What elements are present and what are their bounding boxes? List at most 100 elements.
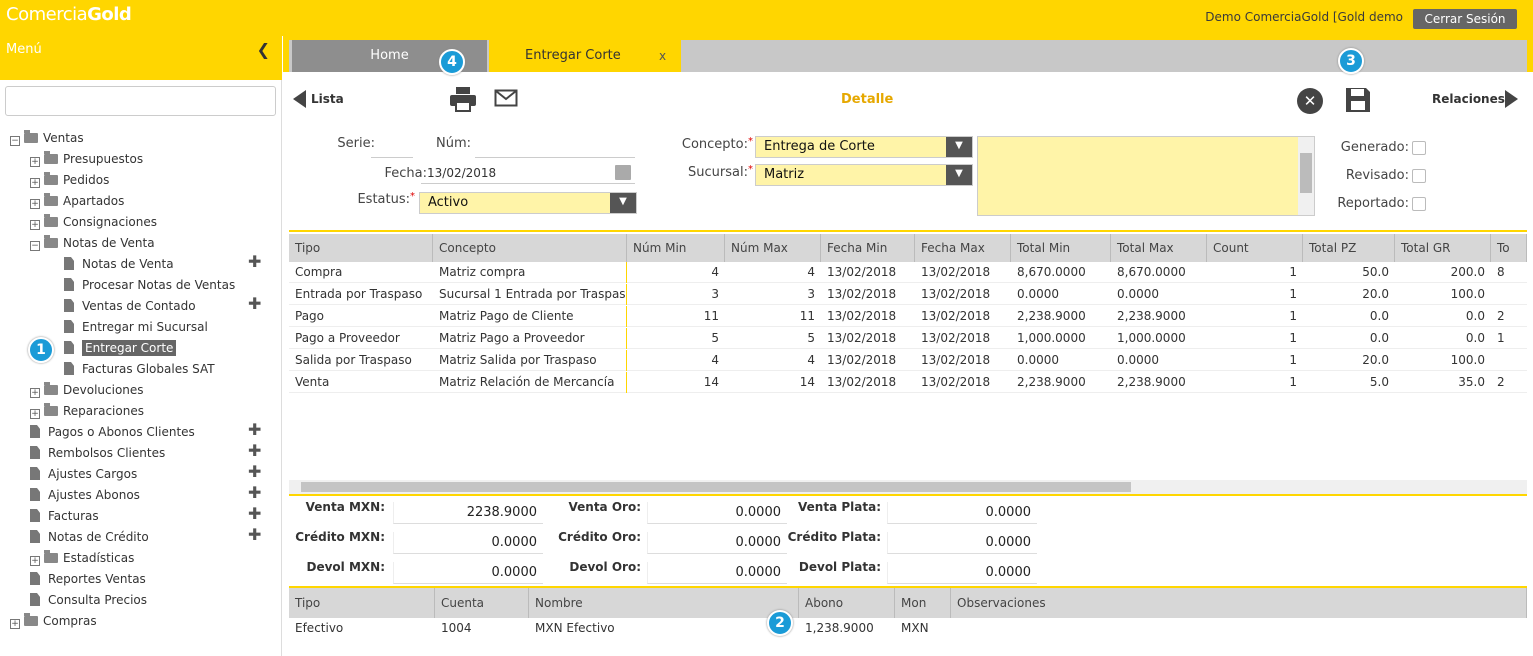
sidebar-item[interactable]: Rembolsos Clientes (30, 443, 165, 463)
column-header[interactable]: Tipo (289, 588, 435, 618)
forward-arrow-icon[interactable] (1505, 90, 1518, 108)
tab-entregar-corte[interactable]: Entregar Corte x (489, 40, 681, 72)
table-cell: 1 (1289, 331, 1297, 345)
table-cell: MXN Efectivo (535, 621, 615, 635)
menu-header: Menú ❮ (0, 36, 282, 80)
column-header[interactable]: Total GR (1395, 234, 1491, 262)
calendar-icon[interactable] (615, 165, 631, 180)
expand-icon[interactable]: + (30, 409, 40, 419)
column-header[interactable]: Abono (799, 588, 895, 618)
sidebar-item[interactable]: Notas de Venta (64, 254, 174, 274)
add-icon[interactable]: ✚ (248, 483, 261, 502)
sidebar-item[interactable]: + Presupuestos (30, 149, 143, 169)
cancel-icon[interactable]: ✕ (1297, 88, 1323, 114)
sidebar-item[interactable]: Facturas Globales SAT (64, 359, 215, 379)
sidebar-item[interactable]: + Consignaciones (30, 212, 157, 232)
sidebar-item[interactable]: Consulta Precios (30, 590, 147, 610)
column-header[interactable]: Tipo (289, 234, 433, 262)
sidebar-item[interactable]: Ventas de Contado (64, 296, 196, 316)
column-header[interactable]: Count (1207, 234, 1303, 262)
back-to-list-link[interactable]: Lista (311, 92, 344, 106)
mail-icon[interactable] (494, 88, 518, 108)
back-arrow-icon[interactable] (293, 90, 306, 108)
add-icon[interactable]: ✚ (248, 525, 261, 544)
fecha-field[interactable]: 13/02/2018 (421, 162, 635, 184)
table-row[interactable]: Venta Matriz Relación de Mercancía 14 14 13/… (289, 372, 1527, 393)
column-header[interactable]: Nombre (529, 588, 799, 618)
sidebar-item[interactable]: Pagos o Abonos Clientes (30, 422, 195, 442)
chevron-left-icon[interactable]: ❮ (257, 40, 270, 59)
concepto-select[interactable]: Entrega de Corte ▼ (755, 136, 973, 158)
table-row[interactable]: Salida por Traspaso Matriz Salida por Tra… (289, 350, 1527, 371)
sidebar-item[interactable]: − Ventas (10, 128, 84, 148)
sidebar-item[interactable]: Facturas (30, 506, 99, 526)
column-header[interactable]: Total PZ (1303, 234, 1395, 262)
table-row[interactable]: Pago Matriz Pago de Cliente 11 11 13/02/2018… (289, 306, 1527, 327)
column-header[interactable]: Cuenta (435, 588, 529, 618)
expand-icon[interactable]: + (30, 157, 40, 167)
column-header[interactable]: Fecha Max (915, 234, 1011, 262)
add-icon[interactable]: ✚ (248, 420, 261, 439)
column-header[interactable]: Observaciones (951, 588, 1527, 618)
column-header[interactable]: Núm Min (627, 234, 725, 262)
expand-icon[interactable]: + (10, 619, 20, 629)
collapse-icon[interactable]: − (10, 136, 20, 146)
relations-link[interactable]: Relaciones (1432, 92, 1505, 106)
file-icon (30, 572, 40, 585)
sidebar-item[interactable]: Entregar Corte (64, 338, 177, 358)
column-header[interactable]: To (1491, 234, 1527, 262)
generado-checkbox[interactable] (1412, 141, 1426, 155)
num-field[interactable] (475, 136, 635, 158)
chevron-down-icon[interactable]: ▼ (610, 193, 636, 213)
sidebar-item[interactable]: + Estadísticas (30, 548, 134, 568)
reportado-checkbox[interactable] (1412, 197, 1426, 211)
sidebar-item[interactable]: Entregar mi Sucursal (64, 317, 208, 337)
notes-textarea[interactable] (977, 136, 1315, 216)
table-cell: 8,670.0000 (1017, 265, 1086, 279)
sidebar-item[interactable]: Notas de Crédito (30, 527, 149, 547)
column-header[interactable]: Mon (895, 588, 951, 618)
expand-icon[interactable]: + (30, 220, 40, 230)
print-icon[interactable] (449, 86, 477, 112)
table-row[interactable]: Compra Matriz compra 4 4 13/02/2018 13/02/201… (289, 262, 1527, 283)
add-icon[interactable]: ✚ (248, 441, 261, 460)
sidebar-item-label: Entregar Corte (82, 340, 177, 356)
add-icon[interactable]: ✚ (248, 504, 261, 523)
tab-close-icon[interactable]: x (659, 40, 666, 72)
sucursal-select[interactable]: Matriz ▼ (755, 164, 973, 186)
save-icon[interactable] (1343, 85, 1373, 115)
sidebar-item[interactable]: + Apartados (30, 191, 124, 211)
chevron-down-icon[interactable]: ▼ (946, 137, 972, 157)
sidebar-item[interactable]: − Notas de Venta (30, 233, 155, 253)
add-icon[interactable]: ✚ (248, 462, 261, 481)
serie-field[interactable] (371, 136, 413, 158)
add-icon[interactable]: ✚ (248, 294, 261, 313)
column-header[interactable]: Fecha Min (821, 234, 915, 262)
revisado-checkbox[interactable] (1412, 169, 1426, 183)
chevron-down-icon[interactable]: ▼ (946, 165, 972, 185)
sidebar-item[interactable]: Ajustes Cargos (30, 464, 137, 484)
expand-icon[interactable]: + (30, 199, 40, 209)
sidebar-item[interactable]: Procesar Notas de Ventas (64, 275, 235, 295)
add-icon[interactable]: ✚ (248, 252, 261, 271)
sidebar-item[interactable]: Ajustes Abonos (30, 485, 140, 505)
grid-horizontal-scrollbar[interactable] (289, 480, 1527, 494)
column-header[interactable]: Total Min (1011, 234, 1111, 262)
logout-button[interactable]: Cerrar Sesión (1413, 9, 1517, 29)
expand-icon[interactable]: + (30, 178, 40, 188)
sidebar-item[interactable]: + Pedidos (30, 170, 109, 190)
expand-icon[interactable]: + (30, 388, 40, 398)
sidebar-item[interactable]: + Reparaciones (30, 401, 144, 421)
column-header[interactable]: Total Max (1111, 234, 1207, 262)
column-header[interactable]: Núm Max (725, 234, 821, 262)
menu-search-input[interactable] (5, 86, 276, 116)
table-row[interactable]: Pago a Proveedor Matriz Pago a Proveedor 5… (289, 328, 1527, 349)
sidebar-item[interactable]: Reportes Ventas (30, 569, 146, 589)
column-header[interactable]: Concepto (433, 234, 627, 262)
sidebar-item[interactable]: + Devoluciones (30, 380, 144, 400)
table-row[interactable]: Entrada por Traspaso Sucursal 1 Entrada p… (289, 284, 1527, 305)
expand-icon[interactable]: + (30, 556, 40, 566)
estatus-select[interactable]: Activo ▼ (419, 192, 637, 214)
collapse-icon[interactable]: − (30, 241, 40, 251)
sidebar-item[interactable]: + Compras (10, 611, 97, 631)
